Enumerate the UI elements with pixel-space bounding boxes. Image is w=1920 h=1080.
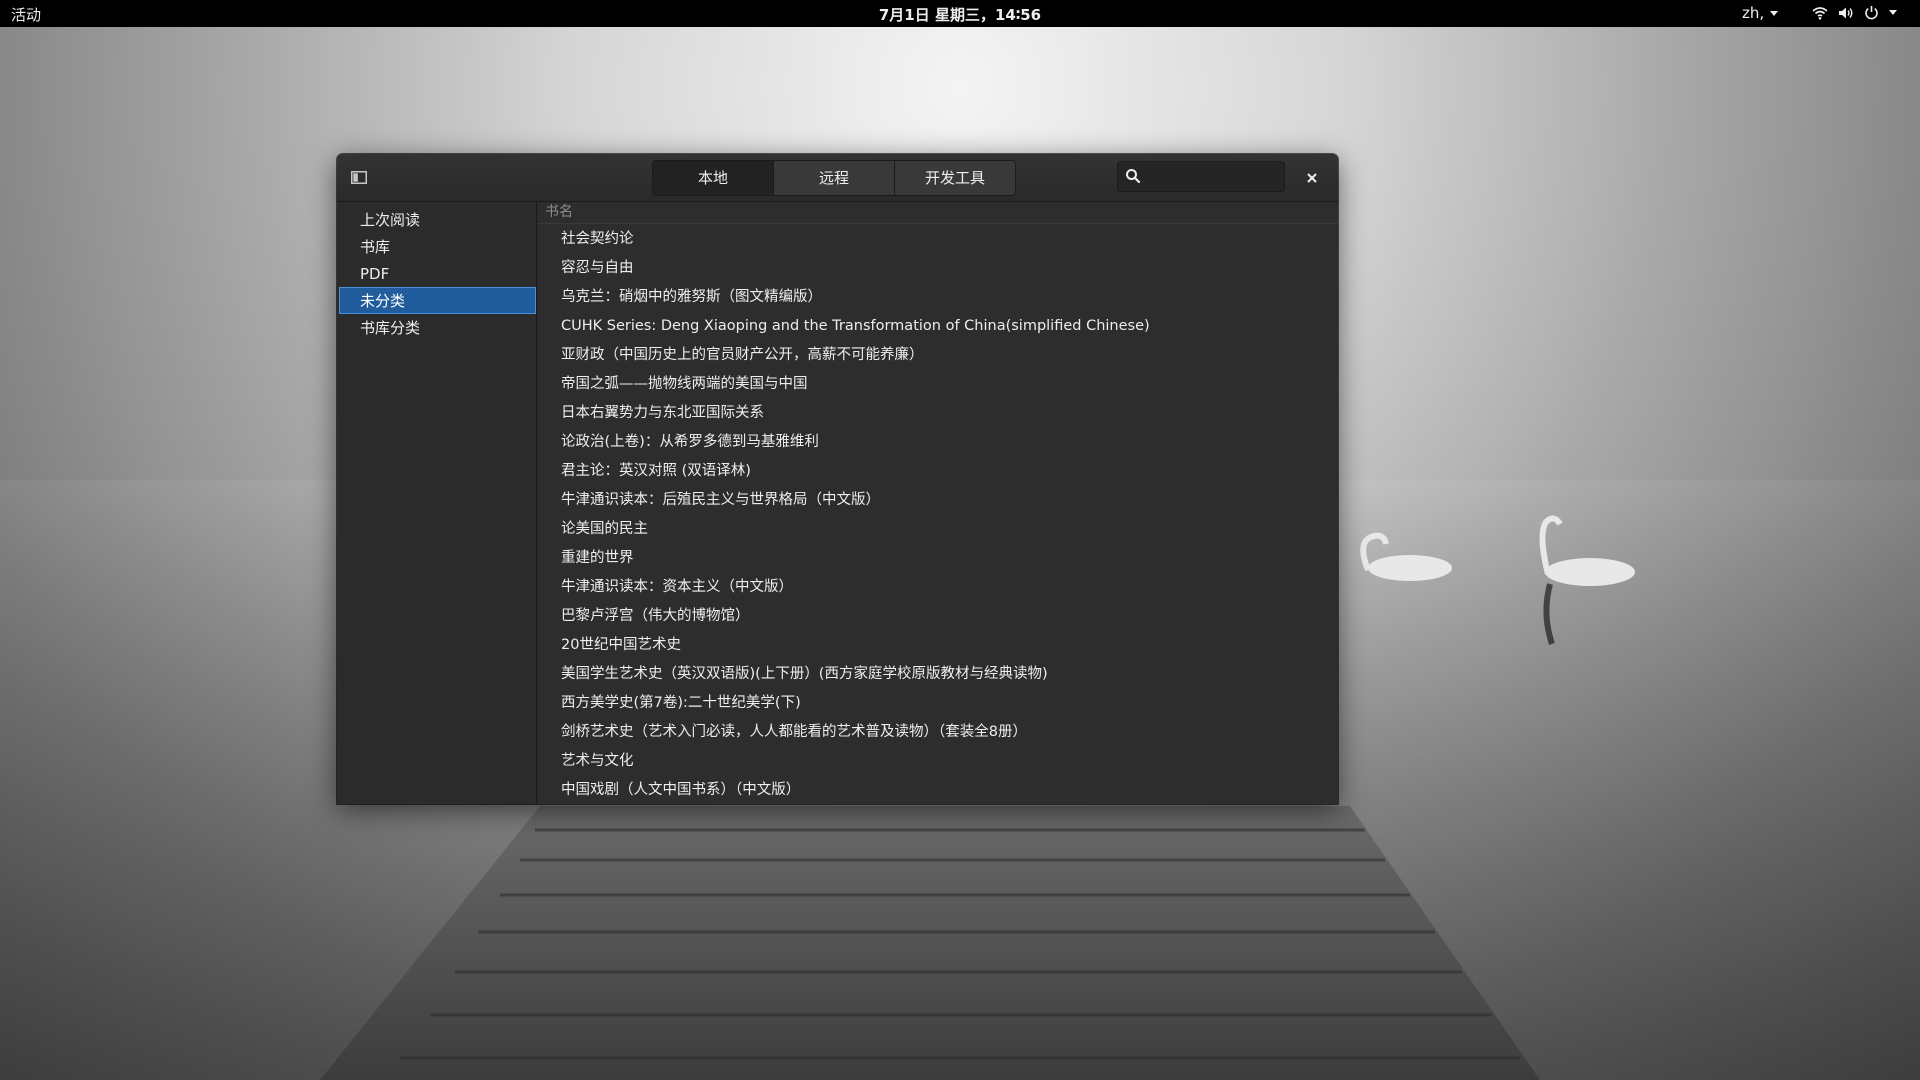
search-box xyxy=(1117,161,1285,192)
sidebar-item-library-categories[interactable]: 书库分类 xyxy=(339,314,536,341)
book-row[interactable]: 君主论：英汉对照 (双语译林) xyxy=(538,457,1338,486)
book-row[interactable]: 牛津通识读本：资本主义（中文版） xyxy=(538,573,1338,602)
top-bar: 活动 7月1日 星期三，14∶56 zh, xyxy=(0,0,1920,27)
book-row[interactable]: 论美国的民主 xyxy=(538,515,1338,544)
close-icon xyxy=(1307,173,1317,183)
view-switcher: 本地 远程 开发工具 xyxy=(652,160,1016,196)
book-row[interactable]: 艺术与文化 xyxy=(538,747,1338,776)
close-button[interactable] xyxy=(1300,166,1324,190)
tab-local[interactable]: 本地 xyxy=(653,161,773,195)
sidebar-item-pdf[interactable]: PDF xyxy=(339,260,536,287)
clock-button[interactable]: 7月1日 星期三，14∶56 xyxy=(879,6,1041,24)
language-menu[interactable]: zh, xyxy=(1742,4,1779,22)
book-list: 社会契约论 容忍与自由 乌克兰：硝烟中的雅努斯（图文精编版） CUHK Seri… xyxy=(538,225,1338,804)
sidebar-item-uncategorized[interactable]: 未分类 xyxy=(339,287,536,314)
sidebar-toggle-button[interactable] xyxy=(348,167,370,187)
book-row[interactable]: 乌克兰：硝烟中的雅努斯（图文精编版） xyxy=(538,283,1338,312)
tab-remote[interactable]: 远程 xyxy=(773,161,894,195)
wallpaper-swans xyxy=(1360,515,1635,645)
activities-button[interactable]: 活动 xyxy=(11,4,41,25)
book-list-pane: 书名 社会契约论 容忍与自由 乌克兰：硝烟中的雅努斯（图文精编版） CUHK S… xyxy=(538,202,1338,804)
tab-dev-tools[interactable]: 开发工具 xyxy=(894,161,1015,195)
book-row[interactable]: 容忍与自由 xyxy=(538,254,1338,283)
book-row[interactable]: 剑桥艺术史（艺术入门必读，人人都能看的艺术普及读物）（套装全8册） xyxy=(538,718,1338,747)
sidebar-toggle-icon xyxy=(351,170,367,184)
system-menu[interactable] xyxy=(1812,5,1897,20)
volume-icon xyxy=(1838,6,1854,20)
book-row[interactable]: CUHK Series: Deng Xiaoping and the Trans… xyxy=(538,312,1338,341)
wifi-icon xyxy=(1812,6,1828,20)
book-row[interactable]: 社会契约论 xyxy=(538,225,1338,254)
book-row[interactable]: 重建的世界 xyxy=(538,544,1338,573)
header-bar: 本地 远程 开发工具 xyxy=(337,154,1338,202)
language-suffix: , xyxy=(1759,4,1765,22)
sidebar-item-library[interactable]: 书库 xyxy=(339,233,536,260)
column-header-title[interactable]: 书名 xyxy=(538,202,1338,224)
chevron-down-icon xyxy=(1889,10,1897,15)
book-row[interactable]: 巴黎卢浮宫（伟大的博物馆） xyxy=(538,602,1338,631)
book-row[interactable]: 20世纪中国艺术史 xyxy=(538,631,1338,660)
language-label: zh, xyxy=(1742,4,1764,22)
language-code: zh xyxy=(1742,4,1760,22)
sidebar: 上次阅读 书库 PDF 未分类 书库分类 xyxy=(337,202,537,804)
book-row[interactable]: 亚财政（中国历史上的官员财产公开，高薪不可能养廉） xyxy=(538,341,1338,370)
book-row[interactable]: 美国学生艺术史（英汉双语版)(上下册）(西方家庭学校原版教材与经典读物) xyxy=(538,660,1338,689)
chevron-down-icon xyxy=(1770,10,1779,16)
book-row[interactable]: 日本右翼势力与东北亚国际关系 xyxy=(538,399,1338,428)
book-row[interactable]: 西方美学史(第7卷):二十世纪美学(下) xyxy=(538,689,1338,718)
search-icon xyxy=(1126,169,1141,184)
power-icon xyxy=(1864,5,1879,20)
search-input[interactable] xyxy=(1146,164,1282,191)
book-row[interactable]: 牛津通识读本：后殖民主义与世界格局（中文版） xyxy=(538,486,1338,515)
sidebar-item-last-read[interactable]: 上次阅读 xyxy=(339,206,536,233)
clock-area: 7月1日 星期三，14∶56 xyxy=(0,4,1920,25)
book-row[interactable]: 帝国之弧——抛物线两端的美国与中国 xyxy=(538,370,1338,399)
book-row[interactable]: 论政治(上卷)：从希罗多德到马基雅维利 xyxy=(538,428,1338,457)
app-window: 本地 远程 开发工具 上次阅读 书库 PDF 未分类 书库分类 书名 社会契约论 xyxy=(337,154,1338,804)
book-row[interactable]: 中国戏剧（人文中国书系）（中文版） xyxy=(538,776,1338,804)
